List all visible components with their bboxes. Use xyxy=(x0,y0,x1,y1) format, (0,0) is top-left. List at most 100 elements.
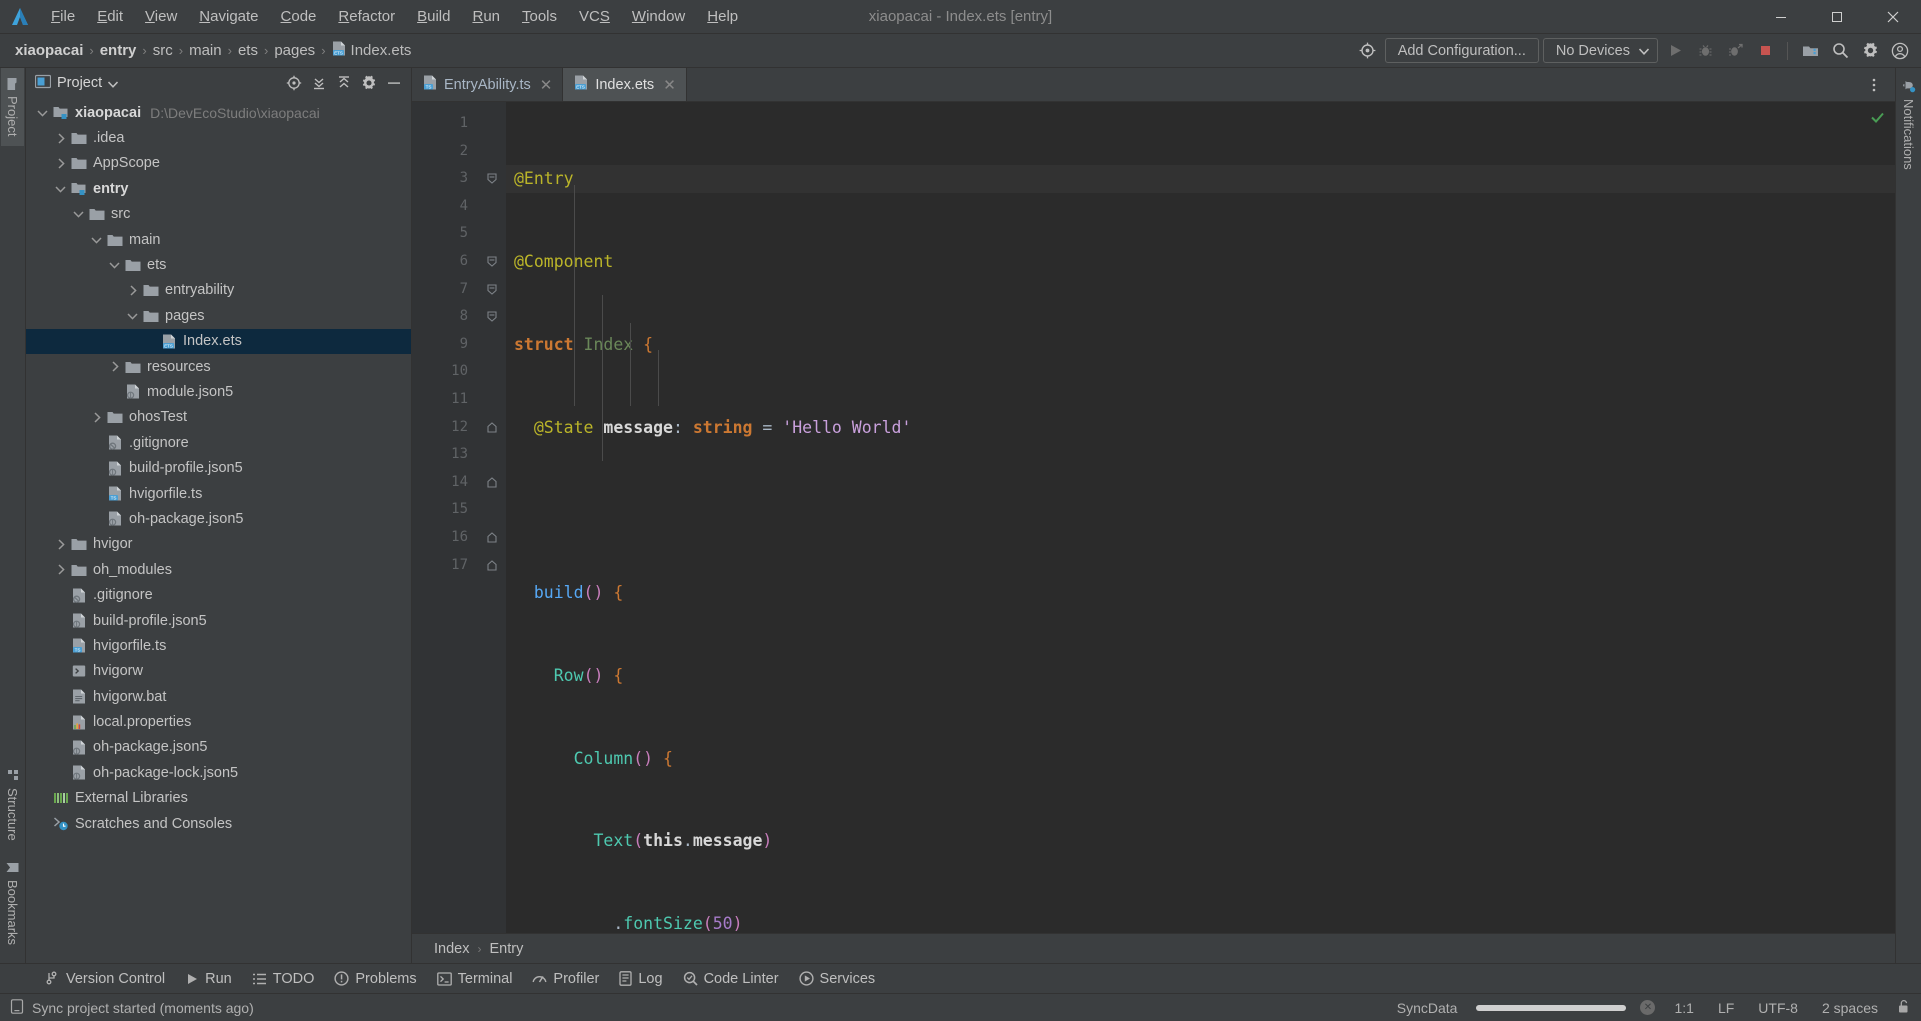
tool-window-button-run[interactable]: Run xyxy=(176,968,241,990)
inspections-ok-icon[interactable] xyxy=(1870,110,1885,128)
code-text[interactable]: @Entry @Component struct Index { @State … xyxy=(506,102,1895,933)
select-opened-file-icon[interactable] xyxy=(282,72,305,95)
menu-run[interactable]: Run xyxy=(461,4,511,29)
fold-open-icon[interactable] xyxy=(478,165,506,193)
expand-all-icon[interactable] xyxy=(307,72,330,95)
menu-build[interactable]: Build xyxy=(406,4,461,29)
run-icon[interactable] xyxy=(1662,38,1688,64)
editor-breadcrumb-entry[interactable]: Entry xyxy=(485,940,527,958)
tree-twisty-right-icon[interactable] xyxy=(52,564,69,575)
tree-row[interactable]: hvigorw xyxy=(26,659,411,684)
tree-twisty-right-icon[interactable] xyxy=(52,133,69,144)
tree-twisty-down-icon[interactable] xyxy=(34,109,51,117)
tree-row[interactable]: local.properties xyxy=(26,709,411,734)
tool-window-button-problems[interactable]: Problems xyxy=(325,968,425,990)
code-editor[interactable]: 1 2 3 4 5 6 7 8 9 10 11 12 13 14 15 16 17 @Entry @Compon… xyxy=(412,102,1895,933)
breadcrumb-item-ets[interactable]: ets xyxy=(233,40,263,61)
unlocked-icon[interactable] xyxy=(1897,999,1911,1017)
tree-row[interactable]: oh_modules xyxy=(26,557,411,582)
close-icon[interactable] xyxy=(1865,0,1921,34)
debug-icon[interactable] xyxy=(1692,38,1718,64)
search-icon[interactable] xyxy=(1827,38,1853,64)
tree-row[interactable]: build-profile.json5 xyxy=(26,455,411,480)
tree-row[interactable]: AppScope xyxy=(26,151,411,176)
background-task-label[interactable]: SyncData xyxy=(1392,998,1463,1018)
breadcrumb-item-entry[interactable]: entry xyxy=(95,40,142,61)
tree-row[interactable]: TS hvigorfile.ts xyxy=(26,481,411,506)
tree-row[interactable]: .idea xyxy=(26,125,411,150)
target-icon[interactable] xyxy=(1355,38,1381,64)
tree-row[interactable]: ETS Index.ets xyxy=(26,328,411,354)
hide-icon[interactable] xyxy=(382,72,405,95)
tree-row[interactable]: .gitignore xyxy=(26,430,411,455)
breadcrumb-item-src[interactable]: src xyxy=(148,40,178,61)
tool-window-button-version-control[interactable]: Version Control xyxy=(36,968,174,990)
tree-row[interactable]: ets xyxy=(26,252,411,277)
collapse-all-icon[interactable] xyxy=(332,72,355,95)
device-manager-icon[interactable] xyxy=(1797,38,1823,64)
tree-row[interactable]: oh-package.json5 xyxy=(26,735,411,760)
file-encoding[interactable]: UTF-8 xyxy=(1753,998,1803,1018)
tree-row[interactable]: oh-package.json5 xyxy=(26,506,411,531)
fold-open-icon[interactable] xyxy=(478,248,506,276)
project-tree[interactable]: xiaopacai D:\DevEcoStudio\xiaopacai .idea A… xyxy=(26,98,411,963)
fold-open-icon[interactable] xyxy=(478,276,506,304)
close-icon[interactable]: ✕ xyxy=(663,76,676,94)
fold-close-icon[interactable] xyxy=(478,524,506,552)
tree-row[interactable]: resources xyxy=(26,354,411,379)
tree-row[interactable]: hvigorw.bat xyxy=(26,684,411,709)
tree-twisty-right-icon[interactable] xyxy=(52,158,69,169)
tool-window-button-services[interactable]: Services xyxy=(790,968,885,990)
breadcrumb-item-project[interactable]: xiaopacai xyxy=(10,40,88,61)
tree-row[interactable]: .gitignore xyxy=(26,582,411,607)
rail-tab-structure[interactable]: Structure xyxy=(1,760,24,851)
gear-icon[interactable] xyxy=(357,72,380,95)
run-with-profiler-icon[interactable] xyxy=(1722,38,1748,64)
tree-twisty-down-icon[interactable] xyxy=(52,185,69,193)
chevron-down-icon[interactable] xyxy=(108,75,119,92)
indent-setting[interactable]: 2 spaces xyxy=(1817,998,1883,1018)
close-icon[interactable]: ✕ xyxy=(540,76,553,94)
tree-row[interactable]: oh-package-lock.json5 xyxy=(26,760,411,785)
tree-twisty-down-icon[interactable] xyxy=(70,210,87,218)
editor-breadcrumb-index[interactable]: Index xyxy=(430,940,473,958)
cancel-icon[interactable]: ✕ xyxy=(1640,1000,1656,1015)
minimize-icon[interactable] xyxy=(1753,0,1809,34)
tree-twisty-right-icon[interactable] xyxy=(88,412,105,423)
breadcrumb-item-pages[interactable]: pages xyxy=(269,40,320,61)
tree-row[interactable]: xiaopacai D:\DevEcoStudio\xiaopacai xyxy=(26,100,411,125)
tool-window-button-todo[interactable]: TODO xyxy=(243,968,324,990)
tree-row[interactable]: module.json5 xyxy=(26,379,411,404)
editor-tab-entryability[interactable]: TS EntryAbility.ts ✕ xyxy=(412,68,564,101)
tree-row[interactable]: External Libraries xyxy=(26,786,411,811)
tree-row[interactable]: entryability xyxy=(26,278,411,303)
fold-close-icon[interactable] xyxy=(478,469,506,497)
tool-window-button-terminal[interactable]: Terminal xyxy=(428,968,522,990)
tree-row[interactable]: TS hvigorfile.ts xyxy=(26,633,411,658)
tree-row[interactable]: entry xyxy=(26,176,411,201)
tool-window-button-log[interactable]: Log xyxy=(610,968,671,990)
tree-row[interactable]: hvigor xyxy=(26,532,411,557)
tree-twisty-down-icon[interactable] xyxy=(106,261,123,269)
menu-view[interactable]: View xyxy=(134,4,188,29)
tree-row[interactable]: build-profile.json5 xyxy=(26,608,411,633)
tree-twisty-right-icon[interactable] xyxy=(106,361,123,372)
rail-tab-bookmarks[interactable]: Bookmarks xyxy=(1,851,24,955)
breadcrumb-item-main[interactable]: main xyxy=(184,40,227,61)
fold-close-icon[interactable] xyxy=(478,414,506,442)
rail-tab-project[interactable]: Project xyxy=(1,68,24,147)
tree-row[interactable]: pages xyxy=(26,303,411,328)
menu-bar[interactable]: File Edit View Navigate Code Refactor Bu… xyxy=(40,4,749,29)
menu-code[interactable]: Code xyxy=(270,4,328,29)
menu-window[interactable]: Window xyxy=(621,4,696,29)
tool-window-button-profiler[interactable]: Profiler xyxy=(523,968,608,990)
menu-help[interactable]: Help xyxy=(696,4,749,29)
tree-twisty-down-icon[interactable] xyxy=(88,236,105,244)
more-vertical-icon[interactable] xyxy=(1861,72,1887,98)
menu-navigate[interactable]: Navigate xyxy=(188,4,269,29)
menu-vcs[interactable]: VCS xyxy=(568,4,621,29)
tree-twisty-down-icon[interactable] xyxy=(124,312,141,320)
editor-tab-index[interactable]: ETS Index.ets ✕ xyxy=(563,68,687,101)
tree-row[interactable]: Scratches and Consoles xyxy=(26,811,411,836)
add-configuration-button[interactable]: Add Configuration... xyxy=(1384,38,1539,63)
